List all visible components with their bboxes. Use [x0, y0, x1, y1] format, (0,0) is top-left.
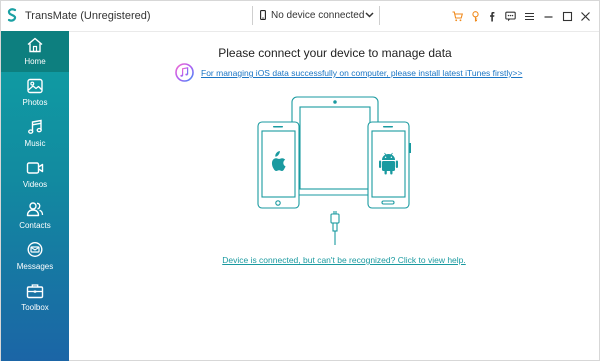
app-logo-icon [7, 8, 17, 22]
photos-icon [27, 78, 43, 94]
videos-icon [26, 162, 44, 174]
phone-icon [260, 10, 266, 20]
messages-icon [27, 241, 43, 258]
app-window: TransMate (Unregistered) No device conne… [0, 0, 600, 361]
sidebar-item-label: Contacts [19, 221, 51, 230]
sidebar-item-messages[interactable]: Messages [1, 236, 69, 277]
itunes-icon [175, 63, 194, 82]
menu-icon[interactable] [524, 11, 535, 22]
sidebar-item-label: Messages [16, 262, 54, 271]
sidebar-item-photos[interactable]: Photos [1, 72, 69, 113]
device-help-link-container: Device is connected, but can't be recogn… [69, 255, 600, 265]
music-icon [28, 119, 42, 134]
sidebar-item-label: Music [24, 139, 46, 148]
cart-icon[interactable] [452, 11, 463, 22]
page-title: Please connect your device to manage dat… [218, 46, 452, 60]
key-icon[interactable] [470, 11, 481, 22]
toolbox-icon [26, 284, 44, 299]
sidebar-item-label: Toolbox [21, 303, 49, 312]
chevron-down-icon [365, 12, 374, 18]
sidebar: Home Photos Music Videos Contacts Messag… [1, 31, 69, 361]
sidebar-item-home[interactable]: Home [1, 31, 69, 72]
app-title: TransMate (Unregistered) [25, 10, 151, 22]
chat-icon[interactable] [505, 11, 516, 22]
sidebar-item-label: Videos [22, 180, 48, 189]
title-bar: TransMate (Unregistered) No device conne… [1, 1, 599, 32]
sidebar-item-music[interactable]: Music [1, 113, 69, 154]
device-selector[interactable]: No device connected [252, 6, 380, 25]
sidebar-item-contacts[interactable]: Contacts [1, 195, 69, 236]
itunes-install-link[interactable]: For managing iOS data successfully on co… [201, 68, 522, 78]
home-icon [27, 37, 43, 53]
facebook-icon[interactable] [487, 11, 498, 22]
sidebar-item-videos[interactable]: Videos [1, 154, 69, 195]
minimize-icon[interactable] [543, 11, 554, 22]
devices-illustration [257, 96, 411, 245]
sidebar-item-label: Home [24, 57, 46, 66]
sidebar-item-toolbox[interactable]: Toolbox [1, 277, 69, 318]
contacts-icon [26, 202, 44, 217]
maximize-icon[interactable] [562, 11, 573, 22]
sidebar-item-label: Photos [22, 98, 48, 107]
device-selector-label: No device connected [271, 10, 365, 21]
device-help-link[interactable]: Device is connected, but can't be recogn… [222, 255, 466, 265]
close-icon[interactable] [580, 11, 591, 22]
